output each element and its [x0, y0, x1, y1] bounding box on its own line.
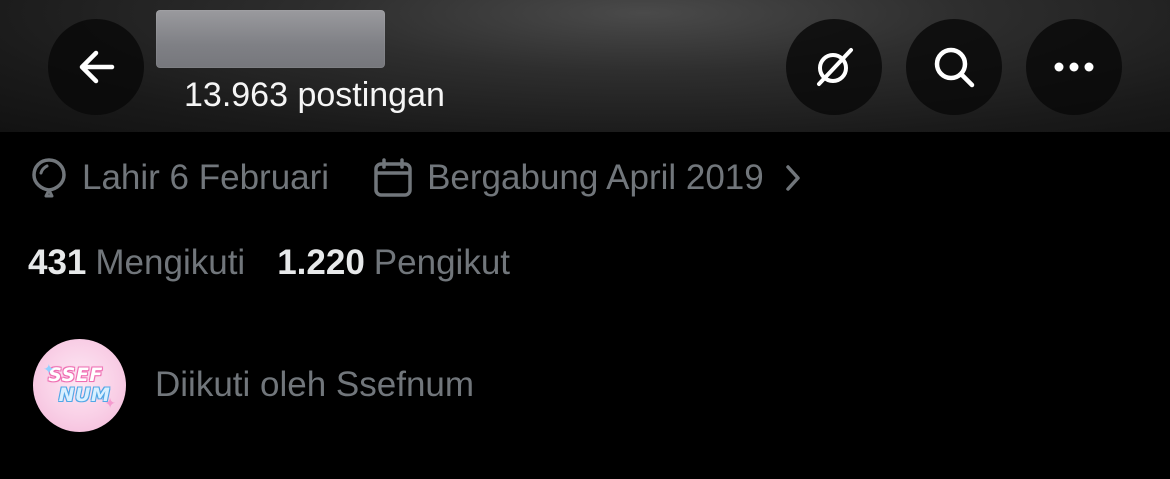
- arrow-left-icon: [76, 49, 116, 85]
- chevron-right-icon: [784, 164, 802, 192]
- star-icon: ✦: [104, 394, 116, 411]
- follow-stats: 431 Mengikuti 1.220 Pengikut: [28, 238, 510, 288]
- grok-icon: [811, 44, 857, 90]
- grok-button[interactable]: [786, 19, 882, 115]
- back-button[interactable]: [48, 19, 144, 115]
- following-link[interactable]: 431 Mengikuti: [28, 243, 245, 283]
- calendar-icon: [373, 158, 413, 198]
- star-icon: ✦: [43, 360, 55, 377]
- balloon-icon: [30, 156, 68, 200]
- followers-count: 1.220: [277, 243, 365, 282]
- join-date[interactable]: Bergabung April 2019: [373, 158, 802, 198]
- avatar[interactable]: ✦ ✦ SSEF NUM: [33, 338, 126, 432]
- join-date-text: Bergabung April 2019: [427, 158, 764, 197]
- post-count: 13.963 postingan: [184, 76, 445, 114]
- profile-header: 13.963 postingan: [0, 0, 1170, 132]
- more-horizontal-icon: [1053, 61, 1095, 73]
- followed-by-row[interactable]: ✦ ✦ SSEF NUM Diikuti oleh Ssefnum: [33, 338, 474, 432]
- birth-date-text: Lahir 6 Februari: [82, 158, 330, 197]
- following-count: 431: [28, 243, 87, 282]
- following-label: Mengikuti: [95, 243, 246, 282]
- avatar-text: SSEF: [48, 364, 103, 386]
- followers-label: Pengikut: [373, 243, 511, 282]
- followers-link[interactable]: 1.220 Pengikut: [277, 243, 510, 283]
- birth-date: Lahir 6 Februari: [30, 156, 329, 200]
- profile-meta-row: Lahir 6 Februari Bergabung April 2019: [30, 153, 802, 203]
- avatar-text: NUM: [58, 384, 111, 406]
- more-button[interactable]: [1026, 19, 1122, 115]
- followed-by-text: Diikuti oleh Ssefnum: [155, 365, 475, 404]
- search-button[interactable]: [906, 19, 1002, 115]
- profile-name-redacted: [156, 10, 385, 68]
- search-icon: [931, 44, 977, 90]
